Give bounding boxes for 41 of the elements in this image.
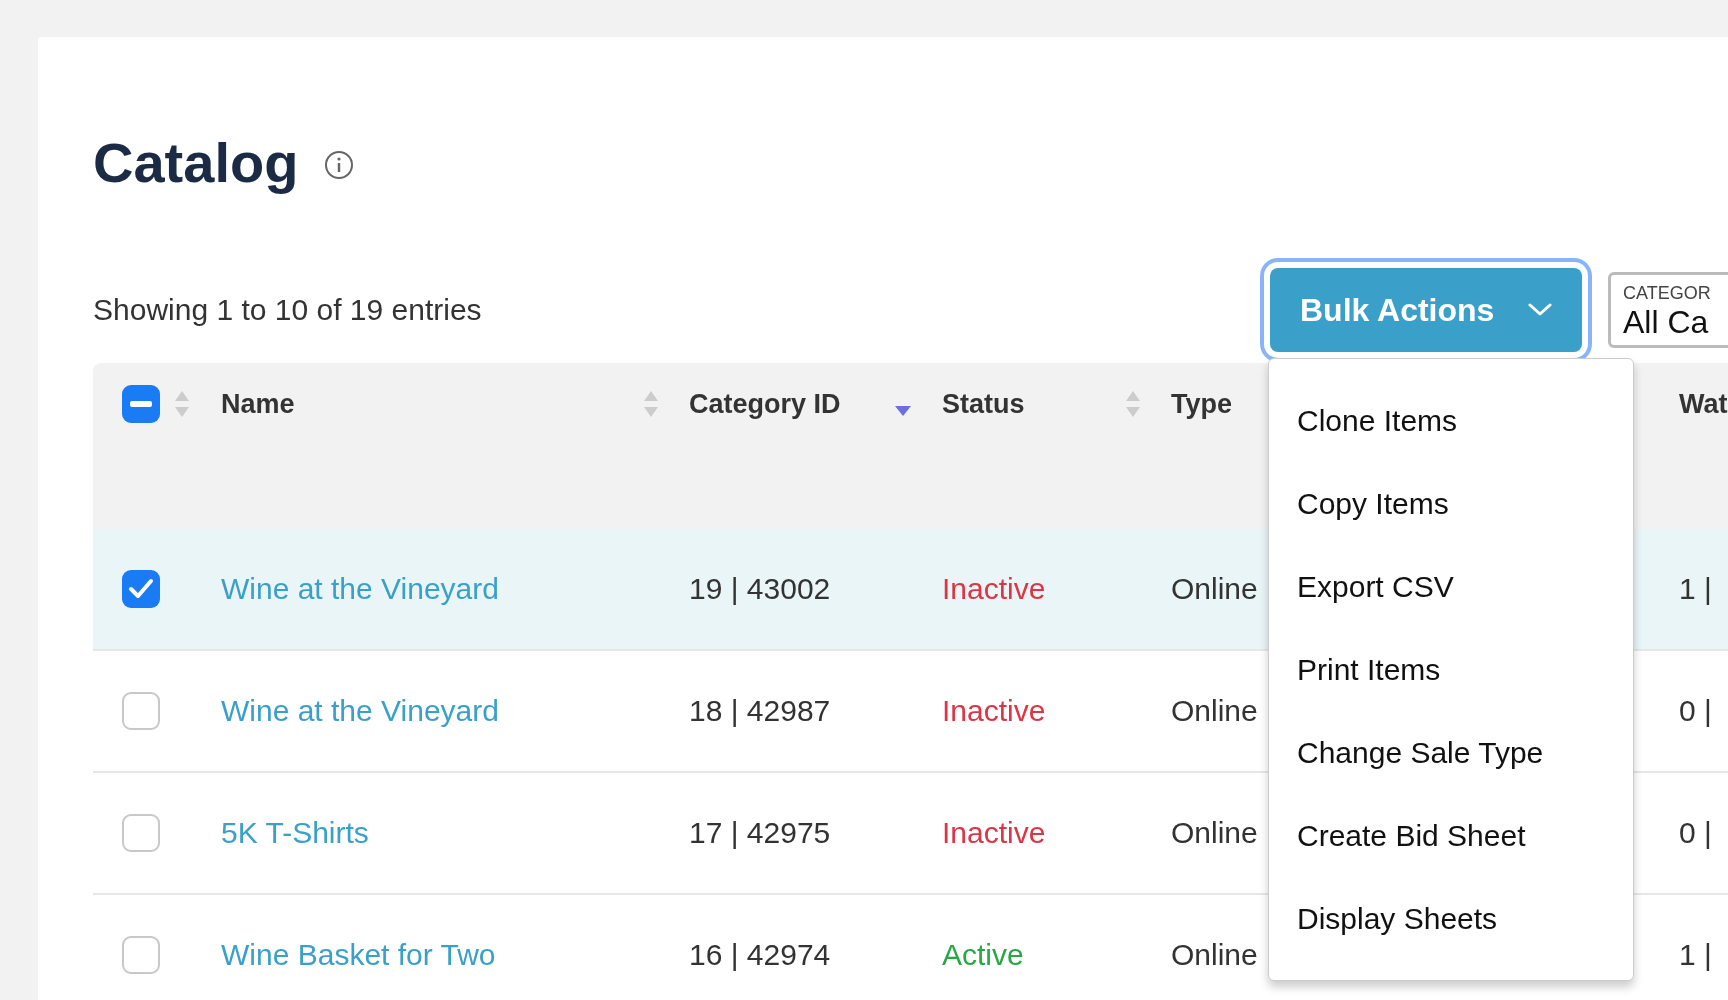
column-header[interactable]: Wat [1679, 388, 1728, 420]
category-select[interactable]: CATEGOR All Ca [1608, 272, 1728, 348]
sort-icon[interactable] [1125, 389, 1141, 419]
column-header[interactable]: Name [221, 388, 295, 420]
status-text: Inactive [942, 694, 1046, 728]
table-cell: 1 | [1679, 938, 1712, 972]
status-text: Inactive [942, 572, 1046, 606]
select-all-checkbox[interactable] [122, 385, 160, 423]
sort-descending-icon[interactable] [894, 405, 912, 417]
type-text: Online [1171, 694, 1258, 728]
menu-item[interactable]: Create Bid Sheet [1269, 794, 1633, 877]
status-text: Active [942, 938, 1024, 972]
table-cell: 0 | [1679, 694, 1712, 728]
column-header[interactable]: Type [1171, 388, 1232, 420]
row-checkbox[interactable] [122, 570, 160, 608]
category-id: 16 | 42974 [689, 938, 831, 972]
menu-item[interactable]: Clone Items [1269, 379, 1633, 462]
table-cell: 0 | [1679, 816, 1712, 850]
type-text: Online [1171, 816, 1258, 850]
sort-icon[interactable] [643, 389, 659, 419]
row-checkbox[interactable] [122, 814, 160, 852]
type-text: Online [1171, 938, 1258, 972]
table-cell: 1 | [1679, 572, 1712, 606]
menu-item[interactable]: Change Sale Type [1269, 711, 1633, 794]
row-checkbox[interactable] [122, 692, 160, 730]
column-header[interactable]: Status [942, 388, 1025, 420]
status-text: Inactive [942, 816, 1046, 850]
chevron-down-icon [1528, 303, 1552, 317]
category-id: 18 | 42987 [689, 694, 831, 728]
category-id: 17 | 42975 [689, 816, 831, 850]
category-id: 19 | 43002 [689, 572, 831, 606]
menu-item[interactable]: Print Items [1269, 628, 1633, 711]
row-checkbox[interactable] [122, 936, 160, 974]
menu-item[interactable]: Copy Items [1269, 462, 1633, 545]
menu-item[interactable]: Display Sheets [1269, 877, 1633, 960]
column-header[interactable]: Category ID [689, 388, 841, 420]
type-text: Online [1171, 572, 1258, 606]
info-icon[interactable] [324, 150, 355, 180]
entries-summary: Showing 1 to 10 of 19 entries [93, 293, 482, 327]
sort-icon[interactable] [174, 389, 190, 419]
menu-item[interactable]: Export CSV [1269, 545, 1633, 628]
